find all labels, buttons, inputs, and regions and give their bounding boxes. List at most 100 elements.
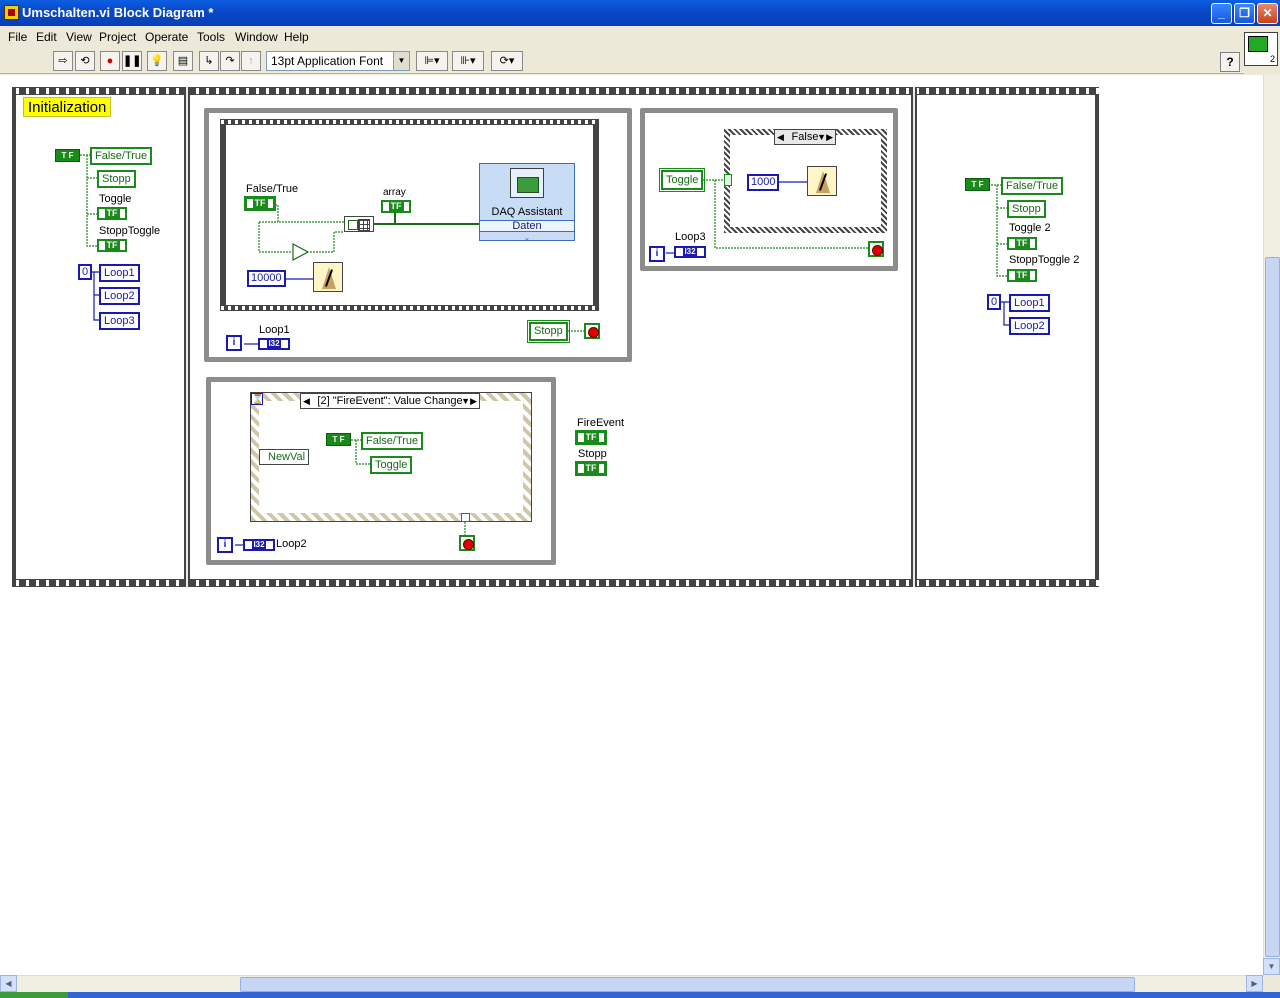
final-false-true-local[interactable]: False/True [1001,177,1064,195]
event-prev-icon[interactable]: ◀ [303,394,310,408]
case-prev-icon[interactable]: ◀ [777,130,784,144]
horizontal-scroll-thumb[interactable] [240,977,1135,992]
final-loop2-local[interactable]: Loop2 [1009,317,1050,335]
context-help-button[interactable]: ? [1220,52,1240,72]
loop1-caption: Loop1 [259,324,290,336]
toggle-control[interactable]: Toggle [658,168,706,192]
wait-10000-constant[interactable]: 10000 [247,270,286,287]
stopp-control[interactable]: Stopp [527,320,570,343]
daq-expand-icon[interactable]: ⌄ [480,233,574,242]
scroll-left-arrow-icon[interactable]: ◀ [0,975,17,992]
fireevent-control[interactable]: TF [575,430,607,445]
final-stopptoggle2-tf: TF [1014,270,1030,280]
vi-icon[interactable]: 2 [1244,32,1278,66]
title-bar: Umschalten.vi Block Diagram * _ ❐ ✕ [0,0,1280,26]
menu-edit[interactable]: Edit [36,30,57,44]
menu-file[interactable]: File [8,30,27,44]
final-stopptoggle2-indicator[interactable]: TF [1007,269,1037,282]
final-true-false-constant[interactable]: T F [965,178,990,191]
sequence-film-top [12,87,1099,95]
abort-icon[interactable]: ● [100,51,120,71]
highlight-execution-icon[interactable]: 💡 [147,51,167,71]
run-arrow-icon[interactable]: ⇨ [53,51,73,71]
reorder-icon[interactable]: ⟳▾ [491,51,523,71]
font-select[interactable]: 13pt Application Font ▼ [266,51,410,71]
scroll-right-arrow-icon[interactable]: ▶ [1246,975,1263,992]
initialization-label[interactable]: Initialization [23,97,112,117]
event-false-true-local[interactable]: False/True [361,432,424,450]
menu-view[interactable]: View [66,30,92,44]
init-loop1-local[interactable]: Loop1 [99,264,140,282]
stopp-terminal-tf: TF [583,463,599,473]
init-loop3-local[interactable]: Loop3 [99,312,140,330]
distribute-objects-icon[interactable]: ⊪▾ [452,51,484,71]
daq-assistant-express-vi[interactable]: DAQ Assistant Daten ⌄ [479,163,575,242]
minimize-button[interactable]: _ [1211,3,1232,24]
loop1-stop-terminal[interactable] [584,323,600,339]
event-next-icon[interactable]: ▼▶ [461,394,477,408]
final-stopp-local[interactable]: Stopp [1007,200,1046,218]
loop1-false-true-tf: TF [252,198,268,208]
fireevent-caption: FireEvent [577,417,625,429]
menu-window[interactable]: Window [235,30,278,44]
daq-daten-terminal[interactable]: Daten [480,220,574,232]
wait-ms-metronome-icon-2[interactable] [807,166,837,196]
maximize-button[interactable]: ❐ [1234,3,1255,24]
event-selector[interactable]: ◀ [2] "FireEvent": Value Change ▼▶ [300,393,480,409]
pause-icon[interactable]: ❚❚ [122,51,142,71]
array-caption: array [383,187,406,198]
init-true-false-constant[interactable]: T F [55,149,80,162]
case-selector[interactable]: ◀ False ▼▶ [774,129,836,145]
retain-wire-values-icon[interactable]: ▤ [173,51,193,71]
vertical-scroll-thumb[interactable] [1265,257,1280,957]
menu-operate[interactable]: Operate [145,30,188,44]
step-over-icon[interactable]: ↷ [220,51,240,71]
step-out-icon[interactable]: ↑ [241,51,261,71]
loop3-caption: Loop3 [675,231,706,243]
event-newval-terminal[interactable]: NewVal [259,449,310,465]
run-continuously-icon[interactable]: ⟲ [75,51,95,71]
event-timeout-hourglass-icon[interactable]: ⌛ [251,393,263,405]
close-button[interactable]: ✕ [1257,3,1278,24]
wait-ms-metronome-icon[interactable] [313,262,343,292]
case-selector-terminal[interactable] [724,174,732,186]
init-zero-constant[interactable]: 0 [78,264,93,280]
loop3-i32-indicator[interactable]: I32 [674,246,706,258]
step-into-icon[interactable]: ↳ [199,51,219,71]
event-selector-value: [2] "FireEvent": Value Change [317,395,463,407]
loop2-stop-terminal[interactable] [459,535,475,551]
chevron-down-icon[interactable]: ▼ [393,52,409,70]
menu-tools[interactable]: Tools [197,30,225,44]
newval-label: NewVal [268,451,306,463]
event-stop-tunnel [461,513,470,522]
not-gate-icon[interactable] [292,243,310,261]
loop3-stop-terminal[interactable] [868,241,884,257]
menu-help[interactable]: Help [284,30,309,44]
menu-project[interactable]: Project [99,30,136,44]
final-loop1-local[interactable]: Loop1 [1009,294,1050,312]
init-stopp-local[interactable]: Stopp [97,170,136,188]
init-false-true-local[interactable]: False/True [90,147,153,165]
sequence-frame-divider-2 [911,87,917,587]
init-loop2-local[interactable]: Loop2 [99,287,140,305]
align-objects-icon[interactable]: ⊫▾ [416,51,448,71]
build-array-node[interactable] [344,216,374,232]
labview-app-icon[interactable] [4,5,19,20]
stopp-terminal-control[interactable]: TF [575,461,607,476]
wait-1000-constant[interactable]: 1000 [747,174,780,191]
loop1-iteration-terminal: i [226,335,242,351]
init-stopptoggle-indicator[interactable]: TF [97,239,127,252]
case-next-icon[interactable]: ▼▶ [817,130,833,144]
final-zero-constant[interactable]: 0 [987,294,1002,310]
loop2-i32-indicator[interactable]: I32 [243,539,275,551]
vertical-scrollbar[interactable] [1263,75,1280,975]
event-true-false-constant[interactable]: T F [326,433,351,446]
loop1-i32-indicator[interactable]: I32 [258,338,290,350]
horizontal-scrollbar[interactable] [0,975,1263,992]
init-toggle-indicator[interactable]: TF [97,207,127,220]
event-toggle-local[interactable]: Toggle [370,456,413,474]
loop1-false-true-control[interactable]: TF [244,196,276,211]
array-indicator[interactable]: TF [381,200,411,213]
final-toggle2-indicator[interactable]: TF [1007,237,1037,250]
scroll-down-arrow-icon[interactable]: ▼ [1263,958,1280,975]
